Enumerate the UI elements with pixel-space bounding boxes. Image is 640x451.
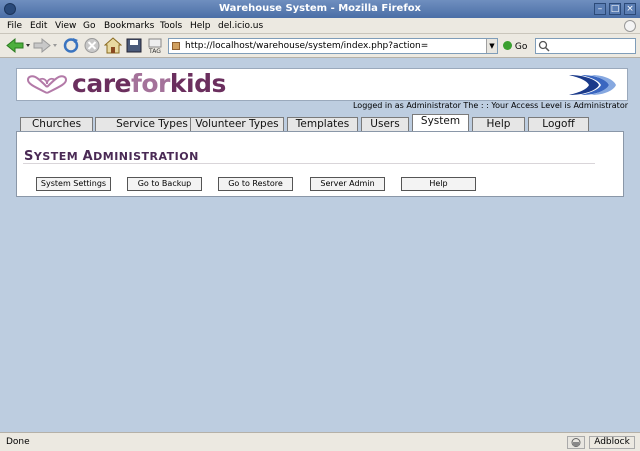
tab-volunteer-types[interactable]: Volunteer Types [190, 117, 284, 131]
navigation-toolbar: TAG http://localhost/warehouse/system/in… [0, 34, 640, 58]
window-titlebar: Warehouse System - Mozilla Firefox – □ × [0, 0, 640, 18]
throbber-icon [624, 20, 636, 32]
login-status: Logged in as Administrator The : : Your … [352, 101, 628, 110]
go-icon [503, 41, 512, 50]
logo-care: care [72, 69, 131, 98]
back-icon[interactable] [5, 37, 31, 54]
lock-icon [571, 438, 581, 447]
go-to-restore-button[interactable]: Go to Restore [218, 177, 293, 191]
security-icon[interactable] [567, 436, 585, 449]
site-banner: careforkids [16, 68, 628, 101]
tab-templates[interactable]: Templates [287, 117, 358, 131]
page-title: SYSTEM ADMINISTRATION [24, 149, 199, 164]
tab-users[interactable]: Users [361, 117, 409, 131]
url-dropdown-button[interactable]: ▼ [486, 39, 497, 53]
system-settings-button[interactable]: System Settings [36, 177, 111, 191]
status-text: Done [6, 437, 30, 447]
title-word-dministration: DMINISTRATION [93, 150, 199, 163]
search-input[interactable] [535, 38, 636, 54]
arrows-logo-icon [569, 75, 616, 95]
svg-text:TAG: TAG [148, 48, 161, 54]
menu-view[interactable]: View [55, 21, 76, 31]
status-bar: Done Adblock [0, 432, 640, 451]
go-to-backup-button[interactable]: Go to Backup [127, 177, 202, 191]
save-page-icon[interactable] [125, 37, 143, 54]
title-initial-a: A [82, 149, 94, 164]
tag-icon[interactable]: TAG [146, 37, 164, 54]
title-divider [23, 163, 595, 164]
adblock-button[interactable]: Adblock [589, 436, 635, 449]
url-bar[interactable]: http://localhost/warehouse/system/index.… [168, 38, 498, 54]
menu-bar: File Edit View Go Bookmarks Tools Help d… [0, 18, 640, 34]
menu-help[interactable]: Help [190, 21, 211, 31]
tab-system[interactable]: System [412, 114, 469, 131]
maximize-button[interactable]: □ [609, 3, 621, 15]
tab-churches[interactable]: Churches [20, 117, 93, 131]
page-icon [172, 42, 180, 50]
title-word-ystem: YSTEM [33, 150, 83, 163]
site-logo: careforkids [72, 69, 226, 98]
help-button[interactable]: Help [401, 177, 476, 191]
menu-edit[interactable]: Edit [30, 21, 47, 31]
logo-for: for [130, 69, 170, 98]
tab-help[interactable]: Help [472, 117, 525, 131]
menu-go[interactable]: Go [83, 21, 95, 31]
title-initial-s: S [24, 149, 34, 164]
forward-icon[interactable] [32, 37, 58, 54]
search-icon [538, 40, 550, 52]
stop-icon[interactable] [83, 37, 101, 54]
menu-tools[interactable]: Tools [160, 21, 182, 31]
window-title: Warehouse System - Mozilla Firefox [218, 3, 422, 14]
tab-logoff[interactable]: Logoff [528, 117, 589, 131]
close-button[interactable]: × [624, 3, 636, 15]
reload-icon[interactable] [62, 37, 80, 54]
go-button[interactable]: Go [503, 41, 527, 52]
go-label: Go [514, 42, 528, 52]
menu-delicious[interactable]: del.icio.us [218, 21, 263, 31]
logo-kids: kids [169, 69, 226, 98]
menu-bookmarks[interactable]: Bookmarks [104, 21, 154, 31]
minimize-button[interactable]: – [594, 3, 606, 15]
menu-file[interactable]: File [7, 21, 22, 31]
page-content: careforkids Logged in as Administrator T… [0, 58, 640, 432]
url-text[interactable]: http://localhost/warehouse/system/index.… [185, 41, 428, 51]
hearts-logo-icon [26, 75, 68, 94]
system-admin-panel: SYSTEM ADMINISTRATION System Settings Go… [16, 131, 624, 197]
server-admin-button[interactable]: Server Admin [310, 177, 385, 191]
home-icon[interactable] [104, 37, 122, 54]
